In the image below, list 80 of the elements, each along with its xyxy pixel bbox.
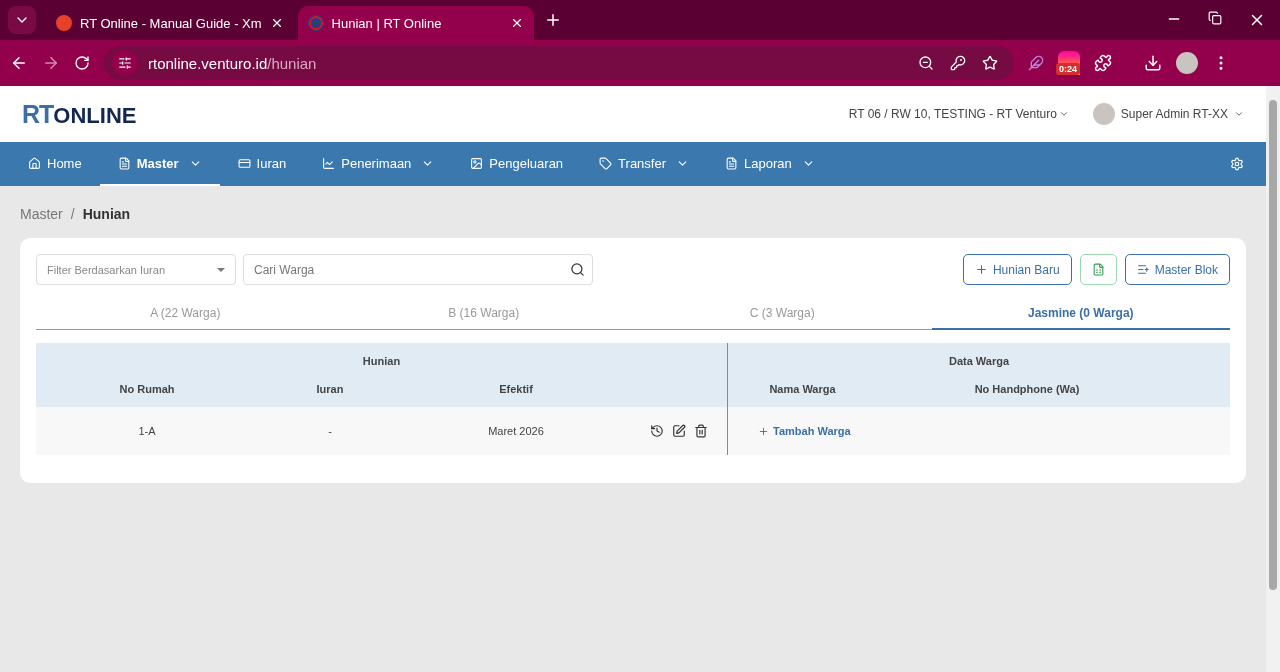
- history-icon[interactable]: [649, 424, 664, 438]
- group-header: Hunian: [36, 343, 727, 373]
- plus-icon: [974, 263, 988, 276]
- restore-icon[interactable]: [1208, 11, 1222, 25]
- url-text: rtonline.venturo.id/hunian: [148, 54, 317, 72]
- forward-icon[interactable]: [42, 54, 60, 72]
- user-avatar: [1092, 103, 1115, 125]
- nav-label: Master: [136, 155, 179, 171]
- column-header: Iuran: [258, 373, 402, 407]
- back-icon[interactable]: [10, 54, 28, 72]
- filter-dropdown[interactable]: Filter Berdasarkan Iuran: [36, 254, 236, 285]
- add-button[interactable]: Hunian Baru: [962, 254, 1072, 285]
- spreadsheet-icon: [1091, 263, 1105, 276]
- image-icon: [470, 156, 484, 170]
- browser-tab[interactable]: RT Online - Manual Guide - Xm: [46, 6, 294, 40]
- feather-icon[interactable]: [1028, 55, 1044, 71]
- nav-item[interactable]: Transfer: [581, 142, 707, 186]
- search-field[interactable]: Cari Warga: [243, 254, 593, 285]
- column-header: Nama Warga: [727, 373, 877, 407]
- group-header: Data Warga: [727, 343, 1230, 373]
- card-icon: [237, 156, 251, 170]
- zoom-icon[interactable]: [918, 55, 934, 71]
- address-bar[interactable]: rtonline.venturo.id/hunian: [104, 46, 1014, 80]
- column-header: No Handphone (Wa): [877, 373, 1177, 407]
- nav-item[interactable]: Home: [10, 142, 100, 186]
- plus-icon: [758, 425, 769, 437]
- line-chart-icon: [322, 156, 336, 170]
- column-header: Efektif: [402, 373, 630, 407]
- caret-icon: [217, 267, 225, 272]
- extensions-icon[interactable]: [1094, 54, 1112, 72]
- master-button[interactable]: Master Blok: [1124, 254, 1230, 285]
- nav-label: Iuran: [256, 155, 287, 171]
- extension-icon[interactable]: 0:24: [1058, 51, 1080, 75]
- download-icon[interactable]: [1144, 54, 1162, 72]
- edit-icon[interactable]: [671, 424, 686, 438]
- nav-label: Transfer: [618, 155, 666, 171]
- add-resident-link[interactable]: Tambah Warga: [758, 425, 851, 437]
- nav-label: Laporan: [744, 155, 792, 171]
- nav-label: Home: [47, 155, 82, 171]
- table-cell: -: [258, 407, 402, 455]
- nav-item[interactable]: Iuran: [219, 142, 305, 186]
- nav-item[interactable]: Master: [99, 142, 220, 186]
- key-icon[interactable]: [950, 55, 966, 71]
- nav-item[interactable]: Pengeluaran: [452, 142, 582, 186]
- block-tab[interactable]: A (22 Warga): [36, 297, 335, 330]
- chevron-down-icon: [1234, 109, 1244, 119]
- block-tab[interactable]: B (16 Warga): [334, 297, 633, 330]
- nav-label: Penerimaan: [341, 155, 412, 171]
- timer-badge: 0:24: [1056, 63, 1080, 75]
- table-cell: Maret 2026: [402, 407, 630, 455]
- breadcrumb-separator: /: [70, 206, 75, 222]
- profile-avatar[interactable]: [1176, 52, 1198, 74]
- user-name: Super Admin RT-XX: [1120, 107, 1228, 121]
- column-header: No Rumah: [36, 373, 258, 407]
- site-icon: [307, 15, 324, 31]
- tag-icon: [599, 156, 613, 170]
- nav-label: Pengeluaran: [489, 155, 564, 171]
- site-settings-icon[interactable]: [112, 50, 138, 76]
- chevron-down-icon: [1058, 109, 1069, 119]
- star-icon[interactable]: [982, 55, 998, 71]
- site-icon: [56, 15, 72, 31]
- table-cell: 1-A: [36, 407, 258, 455]
- list-plus-icon: [1136, 263, 1150, 276]
- delete-icon[interactable]: [693, 424, 708, 438]
- block-tab[interactable]: C (3 Warga): [633, 297, 932, 330]
- user-menu[interactable]: Super Admin RT-XX: [1092, 103, 1244, 125]
- home-icon: [28, 156, 41, 170]
- reload-icon[interactable]: [74, 55, 90, 71]
- document-icon: [117, 156, 131, 170]
- nav-item[interactable]: Laporan: [707, 142, 833, 186]
- logo: RTONLINE: [22, 101, 137, 127]
- block-tab[interactable]: Jasmine (0 Warga): [931, 297, 1230, 330]
- breadcrumb-link[interactable]: Master: [20, 206, 63, 222]
- tab-search-button[interactable]: [8, 6, 36, 34]
- filter-placeholder: Filter Berdasarkan Iuran: [47, 263, 165, 276]
- nav-item[interactable]: Penerimaan: [304, 142, 453, 186]
- browser-tab[interactable]: Hunian | RT Online: [297, 6, 534, 40]
- breadcrumb-current: Hunian: [82, 206, 131, 222]
- search-icon: [570, 262, 585, 277]
- document-icon: [725, 156, 738, 170]
